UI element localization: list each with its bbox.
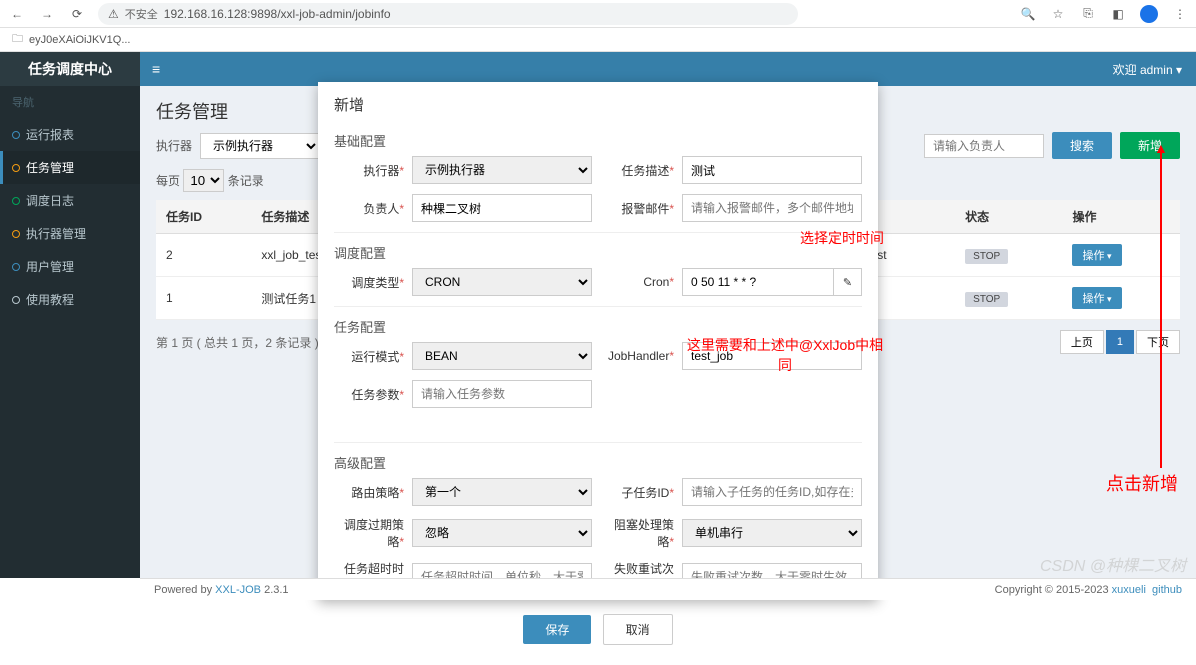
email-input[interactable] (682, 194, 862, 222)
footer-author-link[interactable]: xuxueli (1112, 584, 1146, 596)
child-input[interactable] (682, 478, 862, 506)
app-logo[interactable]: 任务调度中心 (0, 52, 140, 86)
params-input[interactable] (412, 380, 592, 408)
section-basic: 基础配置 (334, 127, 862, 156)
lbl-child: 子任务ID* (604, 484, 674, 501)
modal-title: 新增 (318, 82, 878, 127)
handler-input[interactable] (682, 342, 862, 370)
insecure-label: 不安全 (125, 6, 158, 22)
lbl-route: 路由策略* (334, 484, 404, 501)
folder-icon: 🗀 (12, 30, 23, 49)
modal-footer: 保存 取消 (334, 604, 862, 649)
section-advanced: 高级配置 (334, 442, 862, 478)
url-text: 192.168.16.128:9898/xxl-job-admin/jobinf… (164, 7, 391, 21)
section-schedule: 调度配置 (334, 232, 862, 268)
owner-input[interactable] (412, 194, 592, 222)
welcome-user[interactable]: 欢迎 admin ▾ (1113, 61, 1196, 78)
route-select[interactable]: 第一个 (412, 478, 592, 506)
section-task: 任务配置 (334, 306, 862, 342)
lbl-handler: JobHandler* (604, 349, 674, 363)
bookmark-item[interactable]: eyJ0eXAiOiJKV1Q... (29, 34, 131, 46)
schedtype-select[interactable]: CRON (412, 268, 592, 296)
search-icon[interactable]: 🔍 (1020, 6, 1036, 22)
star-icon[interactable]: ☆ (1050, 6, 1066, 22)
lbl-expire: 调度过期策略* (334, 516, 404, 550)
lbl-owner: 负责人* (334, 200, 404, 217)
hamburger-icon[interactable]: ≡ (140, 61, 172, 77)
lbl-block: 阻塞处理策略* (604, 516, 674, 550)
expire-select[interactable]: 忽略 (412, 519, 592, 547)
lbl-schedtype: 调度类型* (334, 274, 404, 291)
browser-toolbar: ← → ⟳ ⚠ 不安全 192.168.16.128:9898/xxl-job-… (0, 0, 1196, 28)
warning-icon: ⚠ (108, 7, 119, 21)
footer-github-link[interactable]: github (1152, 584, 1182, 596)
save-button[interactable]: 保存 (523, 615, 591, 644)
footer-link[interactable]: XXL-JOB (215, 584, 261, 596)
executor-select[interactable]: 示例执行器 (412, 156, 592, 184)
bookmark-bar: 🗀 eyJ0eXAiOiJKV1Q... (0, 28, 1196, 52)
forward-icon[interactable]: → (38, 5, 56, 23)
app-footer: Powered by XXL-JOB 2.3.1 Copyright © 201… (140, 578, 1196, 600)
runmode-select[interactable]: BEAN (412, 342, 592, 370)
menu-icon[interactable]: ⋮ (1172, 6, 1188, 22)
cancel-button[interactable]: 取消 (603, 614, 673, 645)
watermark: CSDN @种棵二叉树 (1040, 552, 1186, 576)
lbl-cron: Cron* (604, 275, 674, 289)
cron-input[interactable] (682, 268, 834, 296)
back-icon[interactable]: ← (8, 5, 26, 23)
profile-avatar[interactable] (1140, 5, 1158, 23)
jobdesc-input[interactable] (682, 156, 862, 184)
block-select[interactable]: 单机串行 (682, 519, 862, 547)
url-bar[interactable]: ⚠ 不安全 192.168.16.128:9898/xxl-job-admin/… (98, 3, 798, 25)
lbl-runmode: 运行模式* (334, 348, 404, 365)
app-header: 任务调度中心 ≡ 欢迎 admin ▾ (0, 52, 1196, 86)
extension-icon[interactable]: ⎘ (1080, 6, 1096, 22)
add-job-modal: 新增 基础配置 执行器*示例执行器 任务描述* 负责人* 报警邮件* 调度配置 … (318, 82, 878, 600)
lbl-jobdesc: 任务描述* (604, 162, 674, 179)
modal-overlay: 新增 基础配置 执行器*示例执行器 任务描述* 负责人* 报警邮件* 调度配置 … (0, 86, 1196, 600)
lbl-params: 任务参数* (334, 386, 404, 403)
reload-icon[interactable]: ⟳ (68, 5, 86, 23)
cron-edit-icon[interactable]: ✎ (834, 268, 862, 296)
panel-icon[interactable]: ◧ (1110, 6, 1126, 22)
lbl-executor: 执行器* (334, 162, 404, 179)
lbl-email: 报警邮件* (604, 200, 674, 217)
